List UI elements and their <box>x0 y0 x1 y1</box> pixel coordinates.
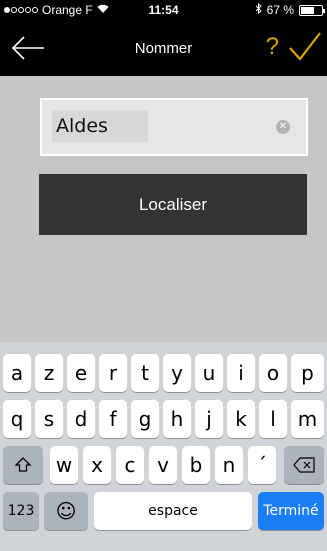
key-p[interactable]: p <box>291 354 324 392</box>
key-y[interactable]: y <box>163 354 191 392</box>
key-t[interactable]: t <box>131 354 159 392</box>
key-h[interactable]: h <box>163 400 191 438</box>
key-n[interactable]: n <box>215 446 243 484</box>
key-v[interactable]: v <box>149 446 177 484</box>
backspace-icon[interactable] <box>284 446 324 484</box>
key-l[interactable]: l <box>259 400 287 438</box>
key-g[interactable]: g <box>131 400 159 438</box>
key-x[interactable]: x <box>83 446 111 484</box>
main-content: Aldes ✕ Localiser <box>0 76 327 342</box>
done-key[interactable]: Terminé <box>258 492 324 530</box>
clear-text-icon[interactable]: ✕ <box>276 120 290 134</box>
key-c[interactable]: c <box>116 446 144 484</box>
key-u[interactable]: u <box>195 354 223 392</box>
key-o[interactable]: o <box>259 354 287 392</box>
key-w[interactable]: w <box>50 446 78 484</box>
shift-icon[interactable] <box>3 446 43 484</box>
key-b[interactable]: b <box>182 446 210 484</box>
key-k[interactable]: k <box>227 400 255 438</box>
key-a[interactable]: a <box>3 354 31 392</box>
battery-fill <box>301 6 315 14</box>
keyboard: a z e r t y u i o p q s d f g h j k l m … <box>0 342 327 551</box>
key-e[interactable]: e <box>67 354 95 392</box>
key-z[interactable]: z <box>35 354 63 392</box>
key-i[interactable]: i <box>227 354 255 392</box>
help-button[interactable]: ? <box>266 33 279 61</box>
key-d[interactable]: d <box>67 400 95 438</box>
space-key[interactable]: espace <box>94 492 252 530</box>
key-r[interactable]: r <box>99 354 127 392</box>
status-right: 67 % <box>255 2 325 17</box>
status-bar: Orange F 11:54 67 % <box>0 0 327 20</box>
key-f[interactable]: f <box>99 400 127 438</box>
battery-icon <box>299 4 325 16</box>
key-accent[interactable]: ´ <box>248 446 276 484</box>
battery-percent: 67 % <box>266 3 294 17</box>
emoji-key[interactable]: ☺ <box>44 492 88 530</box>
key-s[interactable]: s <box>35 400 63 438</box>
nav-bar: Nommer ? <box>0 20 327 76</box>
name-field[interactable]: Aldes ✕ <box>40 98 308 156</box>
localize-button[interactable]: Localiser <box>39 174 307 235</box>
name-input-value[interactable]: Aldes <box>52 110 148 142</box>
key-j[interactable]: j <box>195 400 223 438</box>
numbers-key[interactable]: 123 <box>3 492 39 530</box>
key-m[interactable]: m <box>291 400 324 438</box>
key-q[interactable]: q <box>3 400 31 438</box>
confirm-check-icon[interactable] <box>287 30 323 64</box>
bluetooth-icon <box>255 2 262 17</box>
